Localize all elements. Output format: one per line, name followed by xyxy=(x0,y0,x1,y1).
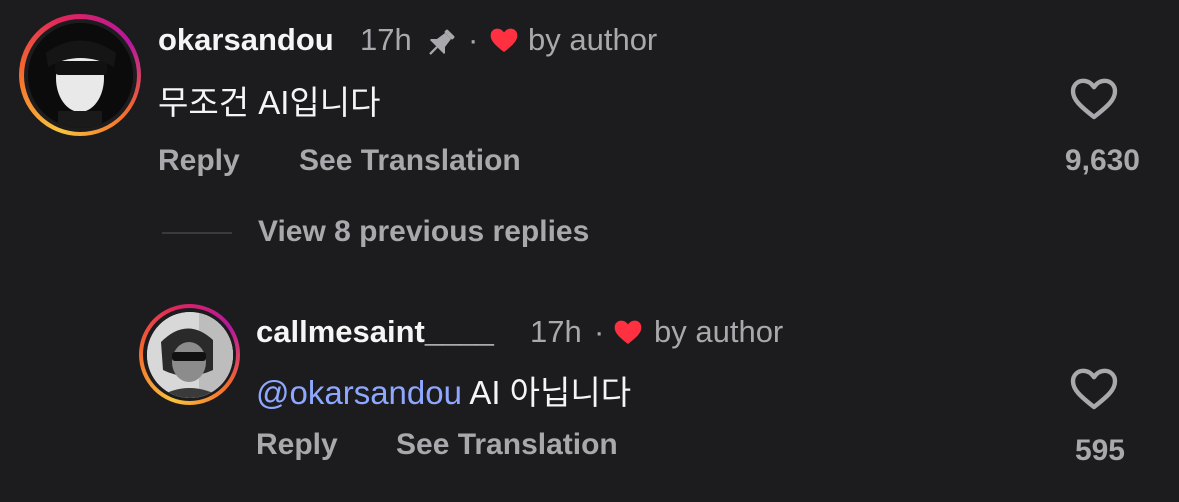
avatar-image xyxy=(146,311,233,398)
heart-outline-icon[interactable] xyxy=(1068,364,1120,412)
separator-dot: · xyxy=(594,314,605,349)
comment-text: 무조건 AI입니다 xyxy=(158,84,381,121)
heart-filled-icon xyxy=(612,316,644,348)
see-translation-button[interactable]: See Translation xyxy=(396,428,618,462)
avatar[interactable] xyxy=(19,14,141,136)
divider-line xyxy=(162,232,232,234)
liked-by-author-label: by author xyxy=(528,22,658,57)
view-previous-replies-button[interactable]: View 8 previous replies xyxy=(258,215,589,249)
reply-button[interactable]: Reply xyxy=(158,144,240,178)
pin-icon xyxy=(424,26,458,60)
like-count: 595 xyxy=(1074,434,1125,467)
reply-comment: callmesaint____ 17h · by author @okarsan… xyxy=(0,290,1179,502)
like-count: 9,630 xyxy=(1064,144,1140,177)
avatar-image xyxy=(27,22,133,128)
comment: okarsandou 17h · by author 무조건 AI입니다 Rep… xyxy=(0,0,1179,200)
avatar[interactable] xyxy=(139,304,240,405)
avatar-photo xyxy=(146,311,233,398)
comment-timestamp: 17h xyxy=(530,314,582,349)
separator-dot: · xyxy=(468,22,479,57)
comment-username[interactable]: okarsandou xyxy=(158,22,334,58)
mention-link[interactable]: @okarsandou xyxy=(256,374,462,411)
comment-text-body: AI 아닙니다 xyxy=(469,374,632,411)
heart-filled-icon xyxy=(488,24,520,56)
heart-outline-icon[interactable] xyxy=(1068,74,1120,122)
liked-by-author-label: by author xyxy=(654,314,784,349)
comment-timestamp: 17h xyxy=(360,22,412,57)
comment-text: @okarsandou AI 아닙니다 xyxy=(256,366,631,414)
comment-username[interactable]: callmesaint____ xyxy=(256,314,494,350)
reply-button[interactable]: Reply xyxy=(256,428,338,462)
see-translation-button[interactable]: See Translation xyxy=(299,144,521,178)
avatar-photo xyxy=(27,22,133,128)
